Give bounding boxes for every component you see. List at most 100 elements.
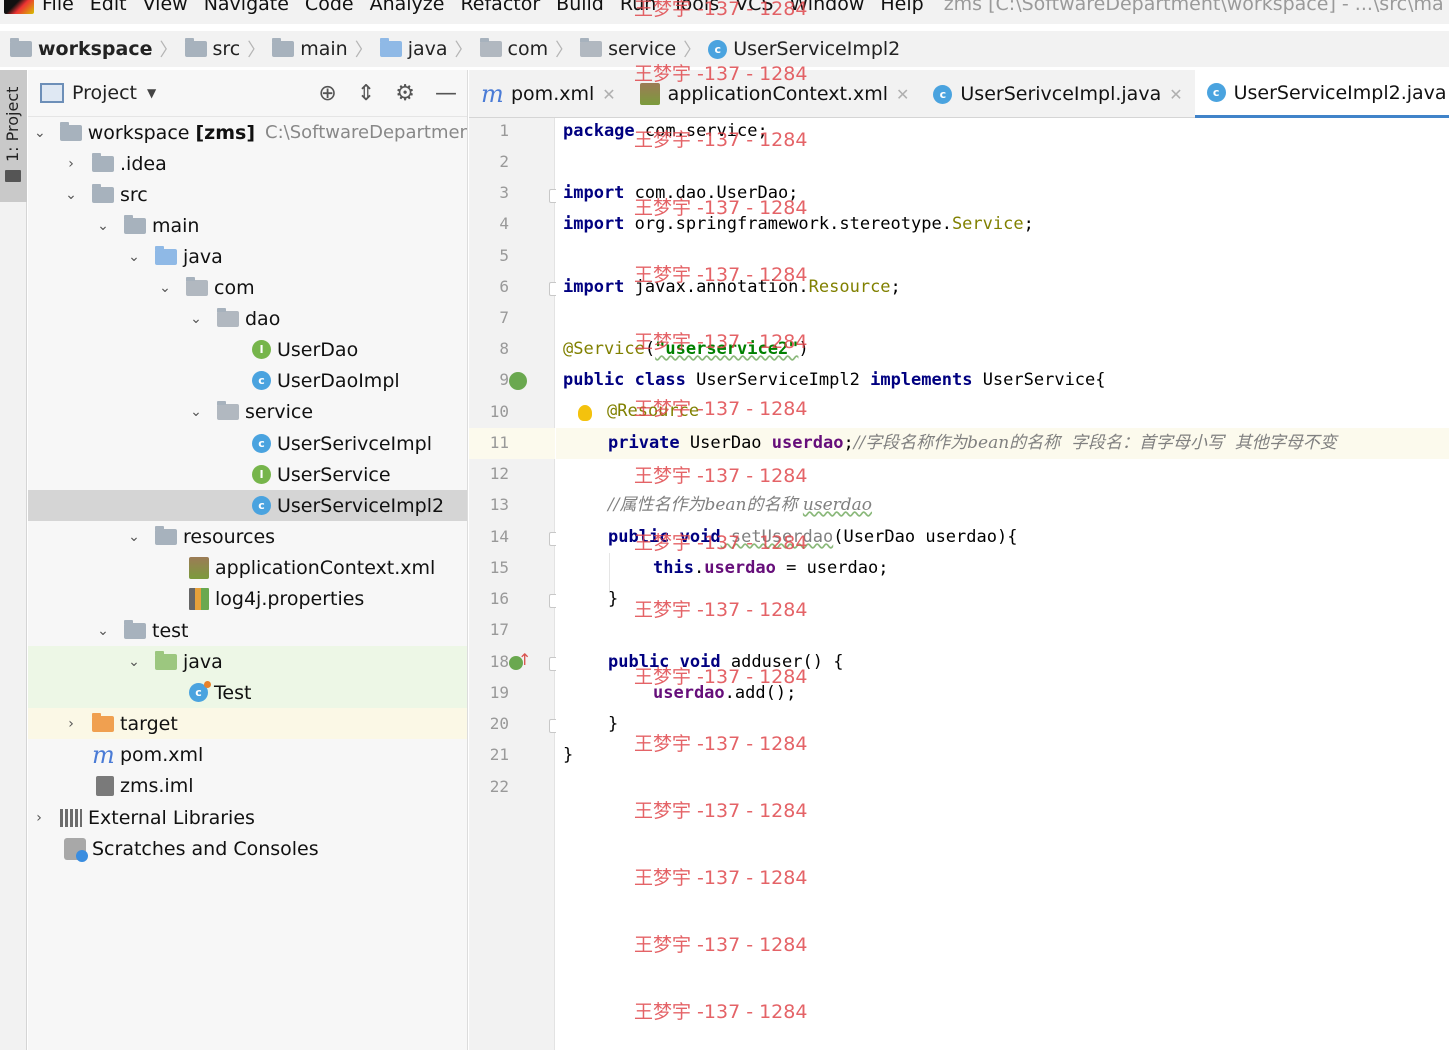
tree-item-log4j[interactable]: log4j.properties xyxy=(28,583,467,614)
keyword: implements xyxy=(870,370,973,390)
tree-item-dao[interactable]: ⌄ dao xyxy=(28,303,467,334)
window-title: zms [C:\SoftwareDepartment\workspace] - … xyxy=(943,0,1444,15)
chevron-down-icon[interactable]: ▼ xyxy=(147,86,156,100)
menu-help[interactable]: Help xyxy=(872,0,931,14)
close-icon[interactable]: ✕ xyxy=(1169,85,1182,104)
tree-item-pom[interactable]: m pom.xml xyxy=(28,739,467,770)
tree-item-workspace[interactable]: ⌄ workspace [zms] C:\SoftwareDepartment xyxy=(28,117,467,148)
menu-window[interactable]: Window xyxy=(781,0,872,14)
close-icon[interactable]: ✕ xyxy=(602,85,615,104)
menu-tools[interactable]: Tools xyxy=(664,0,727,14)
chevron-down-icon[interactable]: ⌄ xyxy=(127,249,141,265)
annotation: @Resource xyxy=(607,401,700,421)
maven-icon: m xyxy=(92,740,115,769)
tree-item-com[interactable]: ⌄ com xyxy=(28,272,467,303)
locate-icon[interactable]: ⊕ xyxy=(318,81,336,106)
tab-userserviceimpl2-java[interactable]: c UserServiceImpl2.java ✕ xyxy=(1194,70,1449,118)
package-icon xyxy=(580,38,603,57)
tree-item-test-java[interactable]: ⌄ java xyxy=(28,646,467,677)
breadcrumb-com[interactable]: com 〉 xyxy=(479,36,581,62)
tree-item-userserviceimpl2[interactable]: c UserServiceImpl2 xyxy=(28,490,467,521)
chevron-down-icon[interactable]: ⌄ xyxy=(96,218,110,234)
breadcrumb-java[interactable]: java 〉 xyxy=(379,36,480,62)
tree-item-iml[interactable]: zms.iml xyxy=(28,770,467,801)
menu-vcs[interactable]: VCS xyxy=(727,0,781,14)
menu-run[interactable]: Run xyxy=(612,0,664,14)
breadcrumb-class[interactable]: c UserServiceImpl2 xyxy=(708,38,900,60)
tab-userserivceimpl-java[interactable]: c UserSerivceImpl.java ✕ xyxy=(921,70,1194,118)
tree-item-external-libraries[interactable]: › External Libraries xyxy=(28,802,467,833)
tree-item-service[interactable]: ⌄ service xyxy=(28,396,467,427)
tree-item-userdaoimpl[interactable]: c UserDaoImpl xyxy=(28,365,467,396)
menu-file[interactable]: File xyxy=(34,0,82,14)
scratches-icon xyxy=(64,837,88,862)
chevron-down-icon[interactable]: ⌄ xyxy=(34,125,46,141)
tab-label: pom.xml xyxy=(511,83,595,105)
menu-analyze[interactable]: Analyze xyxy=(362,0,453,14)
close-icon[interactable]: ✕ xyxy=(896,85,909,104)
tree-item-scratches[interactable]: Scratches and Consoles xyxy=(28,833,467,864)
menu-refactor[interactable]: Refactor xyxy=(452,0,548,14)
chevron-down-icon[interactable]: ⌄ xyxy=(158,280,172,296)
tree-item-userservice[interactable]: I UserService xyxy=(28,459,467,490)
line-number: 4 xyxy=(499,214,509,233)
folder-icon xyxy=(184,38,207,57)
tree-item-test-class[interactable]: c Test xyxy=(28,677,467,708)
tree-item-label: External Libraries xyxy=(88,806,255,829)
class-icon: c xyxy=(1206,83,1226,102)
minimize-icon[interactable]: — xyxy=(435,81,457,106)
tree-item-main[interactable]: ⌄ main xyxy=(28,210,467,241)
tree-item-label: UserDaoImpl xyxy=(277,369,400,392)
keyword: package xyxy=(563,121,635,141)
menu-code[interactable]: Code xyxy=(297,0,362,14)
keyword: import xyxy=(563,214,625,234)
code-text: (UserDao userdao){ xyxy=(833,527,1018,547)
project-tool-tab[interactable]: 1: Project xyxy=(0,70,27,202)
tree-item-applicationcontext[interactable]: applicationContext.xml xyxy=(28,552,467,583)
chevron-down-icon[interactable]: ⌄ xyxy=(64,187,78,203)
code-text: ) xyxy=(798,339,809,359)
chevron-down-icon[interactable]: ⌄ xyxy=(189,404,203,420)
menu-build[interactable]: Build xyxy=(548,0,612,14)
tree-item-resources[interactable]: ⌄ resources xyxy=(28,521,467,552)
spring-bean-icon[interactable] xyxy=(509,372,527,390)
chevron-down-icon[interactable]: ⌄ xyxy=(127,654,141,670)
tree-item-userserivceimpl[interactable]: c UserSerivceImpl xyxy=(28,428,467,459)
code-editor[interactable]: package com.service; import com.dao.User… xyxy=(556,118,1449,1050)
code-text: ( xyxy=(644,339,656,359)
tree-item-label: main xyxy=(152,214,200,237)
tree-item-idea[interactable]: › .idea xyxy=(28,148,467,179)
menu-view[interactable]: View xyxy=(135,0,196,14)
tree-item-src[interactable]: ⌄ src xyxy=(28,179,467,210)
test-source-folder-icon xyxy=(155,650,177,670)
editor-tab-bar: m pom.xml ✕ applicationContext.xml ✕ c U… xyxy=(469,70,1449,118)
chevron-right-icon[interactable]: › xyxy=(64,156,78,172)
breadcrumb-workspace[interactable]: workspace 〉 xyxy=(10,36,185,62)
menu-navigate[interactable]: Navigate xyxy=(196,0,297,14)
iml-file-icon xyxy=(96,775,114,796)
tree-item-userdao[interactable]: I UserDao xyxy=(28,334,467,365)
breadcrumb-service[interactable]: service 〉 xyxy=(580,36,708,62)
package-icon xyxy=(479,38,502,57)
chevron-right-icon[interactable]: › xyxy=(64,716,78,732)
collapse-all-icon[interactable]: ⇕ xyxy=(357,81,375,106)
project-view-selector[interactable]: Project xyxy=(72,82,137,104)
class-icon: c xyxy=(933,84,953,104)
chevron-down-icon[interactable]: ⌄ xyxy=(189,311,203,327)
tree-item-java[interactable]: ⌄ java xyxy=(28,241,467,272)
tree-item-target[interactable]: › target xyxy=(28,708,467,739)
chevron-right-icon[interactable]: › xyxy=(32,810,46,826)
tab-applicationcontext-xml[interactable]: applicationContext.xml ✕ xyxy=(628,70,922,118)
code-line-11: private UserDao userdao;//字段名称作为bean的名称 … xyxy=(608,428,1337,459)
chevron-down-icon[interactable]: ⌄ xyxy=(96,623,110,639)
gear-icon[interactable]: ⚙ xyxy=(395,81,415,106)
breadcrumb-src[interactable]: src 〉 xyxy=(184,36,273,62)
tree-item-label: Scratches and Consoles xyxy=(92,837,319,860)
menu-edit[interactable]: Edit xyxy=(82,0,135,14)
breadcrumb-main[interactable]: main 〉 xyxy=(272,36,379,62)
lightbulb-icon[interactable] xyxy=(578,405,592,421)
tab-pom-xml[interactable]: m pom.xml ✕ xyxy=(469,70,628,118)
chevron-down-icon[interactable]: ⌄ xyxy=(127,529,141,545)
tree-item-label: UserServiceImpl2 xyxy=(277,494,445,517)
tree-item-test[interactable]: ⌄ test xyxy=(28,615,467,646)
